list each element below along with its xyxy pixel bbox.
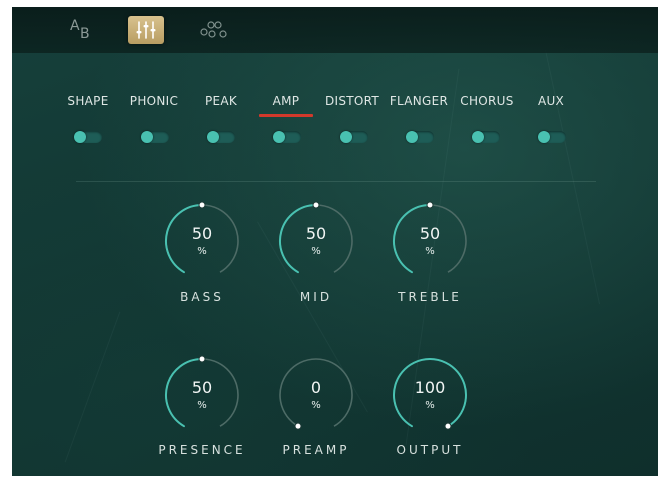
knob-indicator-dot: [198, 201, 206, 209]
knob-unit: %: [425, 400, 435, 411]
ab-letter-a: A: [70, 18, 80, 34]
mid-label: MID: [299, 290, 333, 304]
top-toolbar: A B: [12, 7, 658, 53]
tab-aux[interactable]: AUX: [521, 94, 581, 112]
knob-unit: %: [197, 246, 207, 257]
toggle-peak[interactable]: [207, 131, 235, 143]
knob-value: 50: [419, 224, 441, 243]
knob-value: 50: [191, 378, 213, 397]
knob-value: 0: [310, 378, 322, 397]
knob-value: 50: [305, 224, 327, 243]
knob-value: 100: [414, 378, 446, 397]
toggle-amp[interactable]: [273, 131, 301, 143]
tab-distort[interactable]: DISTORT: [318, 94, 386, 112]
toggle-knob: [141, 131, 153, 143]
toggle-knob: [538, 131, 550, 143]
knob-unit: %: [425, 246, 435, 257]
tab-phonic[interactable]: PHONIC: [124, 94, 184, 112]
toggle-aux[interactable]: [538, 131, 566, 143]
active-tab-indicator: [259, 114, 313, 117]
tab-flanger[interactable]: FLANGER: [385, 94, 453, 112]
nodes-icon[interactable]: [196, 20, 232, 40]
sliders-icon[interactable]: [128, 16, 164, 44]
preamp-knob[interactable]: 0 %: [274, 353, 358, 437]
tab-shape[interactable]: SHAPE: [58, 94, 118, 112]
bass-label: BASS: [180, 290, 224, 304]
treble-label: TREBLE: [398, 290, 462, 304]
preamp-label: PREAMP: [282, 443, 350, 457]
knob-unit: %: [197, 400, 207, 411]
divider: [76, 181, 596, 182]
bass-knob[interactable]: 50 %: [160, 199, 244, 283]
knob-indicator-dot: [444, 422, 452, 430]
knob-value: 50: [191, 224, 213, 243]
tab-peak[interactable]: PEAK: [191, 94, 251, 112]
toggle-knob: [340, 131, 352, 143]
knob-indicator-dot: [198, 355, 206, 363]
toggle-distort[interactable]: [340, 131, 368, 143]
treble-knob[interactable]: 50 %: [388, 199, 472, 283]
output-label: OUTPUT: [396, 443, 464, 457]
knob-unit: %: [311, 400, 321, 411]
toggle-shape[interactable]: [74, 131, 102, 143]
toggle-knob: [207, 131, 219, 143]
mid-knob[interactable]: 50 %: [274, 199, 358, 283]
ab-compare-icon[interactable]: A B: [68, 18, 98, 42]
tab-amp[interactable]: AMP: [256, 94, 316, 112]
toggle-phonic[interactable]: [141, 131, 169, 143]
tab-chorus[interactable]: CHORUS: [453, 94, 521, 112]
toggle-chorus[interactable]: [472, 131, 500, 143]
toggle-knob: [406, 131, 418, 143]
knob-indicator-dot: [426, 201, 434, 209]
toggle-knob: [74, 131, 86, 143]
presence-knob[interactable]: 50 %: [160, 353, 244, 437]
toggle-flanger[interactable]: [406, 131, 434, 143]
toggle-knob: [472, 131, 484, 143]
presence-label: PRESENCE: [158, 443, 246, 457]
knob-indicator-dot: [294, 422, 302, 430]
effect-tabs: SHAPE PHONIC PEAK AMP DISTORT FLANGER CH…: [12, 94, 658, 114]
ab-letter-b: B: [80, 26, 90, 42]
amp-plugin-panel: A B SHAPE PHONIC PEAK AMP DISTORT FLANGE…: [12, 7, 658, 476]
output-knob[interactable]: 100 %: [388, 353, 472, 437]
knob-indicator-dot: [312, 201, 320, 209]
toggle-knob: [273, 131, 285, 143]
knob-unit: %: [311, 246, 321, 257]
